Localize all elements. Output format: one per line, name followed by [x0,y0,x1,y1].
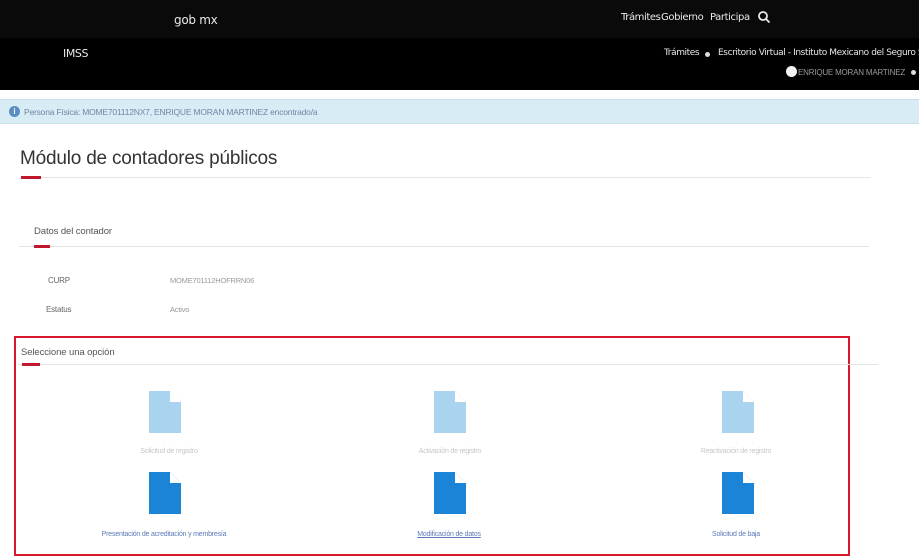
option-solicitud-registro: Solicitud de registro [140,448,198,455]
contador-accent-bar [34,245,50,248]
options-section-divider [18,364,878,365]
title-accent-bar [21,176,41,179]
info-icon: i [9,106,20,117]
imss-header: IMSS Trámites Escritorio Virtual - Insti… [0,38,919,90]
nav-participa[interactable]: Participa [710,12,750,23]
estatus-label: Estatus [46,305,72,314]
dropdown-dot-icon [705,52,710,57]
user-menu-dot-icon[interactable] [911,70,916,75]
document-icon [722,391,754,433]
option-presentacion-acreditacion[interactable]: Presentación de acreditación y membresía [102,531,227,538]
curp-value: MOME701112HOFRRN06 [170,276,255,285]
document-icon[interactable] [149,472,181,514]
title-divider [20,177,871,178]
search-icon[interactable] [757,10,771,24]
nav-tramites[interactable]: Trámites [621,12,661,23]
gob-logo[interactable]: gob mx [174,13,218,27]
options-accent-bar [22,363,40,366]
imss-link-tramites[interactable]: Trámites [664,48,700,58]
nav-gobierno[interactable]: Gobierno [661,12,704,23]
option-reactivacion-registro: Reactivación de registro [700,448,772,455]
document-icon[interactable] [722,472,754,514]
options-section-title: Seleccione una opción [21,347,115,358]
user-name[interactable]: ENRIQUE MORAN MARTINEZ [798,68,905,77]
options-panel [14,336,850,556]
curp-label: CURP [48,276,70,285]
contador-section-title: Datos del contador [34,226,112,237]
gob-header: gob mx Trámites Gobierno Participa [0,0,919,38]
document-icon[interactable] [434,472,466,514]
info-alert: i Persona Física: MOME701112NX7, ENRIQUE… [0,99,919,124]
alert-text: Persona Física: MOME701112NX7, ENRIQUE M… [24,107,318,117]
option-solicitud-baja[interactable]: Solicitud de baja [712,531,760,538]
imss-link-escritorio[interactable]: Escritorio Virtual - Instituto Mexicano … [718,48,919,58]
estatus-value: Activo [170,305,190,314]
imss-title[interactable]: IMSS [63,47,89,60]
document-icon [149,391,181,433]
page-title: Módulo de contadores públicos [20,148,278,169]
document-icon [434,391,466,433]
option-modificacion-datos[interactable]: Modificación de datos [417,531,481,538]
avatar[interactable] [786,66,797,77]
contador-section-divider [19,246,869,247]
option-activacion-registro: Activación de registro [418,448,482,455]
